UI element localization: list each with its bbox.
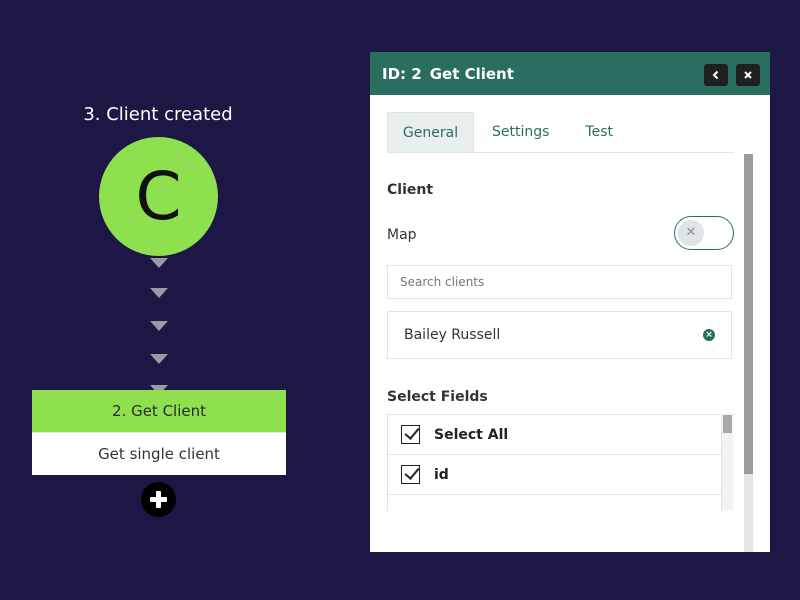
panel-scrollbar-thumb[interactable] [744,154,753,474]
step-card-get-client[interactable]: 2. Get Client Get single client [32,390,286,475]
flow-arrow-icon [150,321,168,331]
flow-arrow-icon [150,258,168,268]
checkbox-checked-icon[interactable] [401,465,420,484]
panel-header: ID: 2 Get Client [370,52,770,95]
selected-client-name: Bailey Russell [404,327,501,343]
fields-scrollbar-thumb[interactable] [723,415,732,433]
client-section-label: Client [387,182,434,198]
panel-title: Get Client [429,64,514,83]
panel-scrollbar[interactable] [744,154,753,552]
close-panel-button[interactable] [736,64,760,86]
step-card-subtitle: Get single client [32,432,286,475]
select-fields-label: Select Fields [387,389,488,405]
trigger-node-letter: C [135,158,182,235]
selected-client-item: Bailey Russell × [387,311,732,359]
close-icon [744,71,752,79]
tab-test[interactable]: Test [567,112,631,152]
remove-circle-icon[interactable]: × [703,329,715,341]
step-card-title: 2. Get Client [32,390,286,432]
flow-arrow-icon [150,354,168,364]
fields-scrollbar[interactable] [722,414,733,510]
field-row-select-all[interactable]: Select All [388,415,722,455]
map-label: Map [387,227,417,243]
trigger-node[interactable]: C [99,137,218,256]
field-row-partial [388,495,722,511]
x-icon: ✕ [678,220,704,246]
search-clients-input[interactable] [387,265,732,299]
panel-body: General Settings Test Client Map ✕ Baile… [370,95,770,552]
tab-settings[interactable]: Settings [474,112,567,152]
add-step-plus-icon[interactable] [141,482,176,517]
panel-tabs: General Settings Test [387,112,734,153]
flow-arrow-icon [150,288,168,298]
chevron-left-icon [712,70,719,80]
panel-id-label: ID: 2 [382,64,422,83]
field-label: id [434,466,449,483]
trigger-title: 3. Client created [83,104,233,125]
map-toggle[interactable]: ✕ [674,216,734,250]
field-row-id[interactable]: id [388,455,722,495]
tab-general[interactable]: General [387,112,474,152]
fields-list: Select All id [387,414,735,511]
checkbox-checked-icon[interactable] [401,425,420,444]
collapse-panel-button[interactable] [704,64,728,86]
field-label: Select All [434,426,509,443]
step-settings-panel: ID: 2 Get Client General Settings Test C… [370,52,770,552]
